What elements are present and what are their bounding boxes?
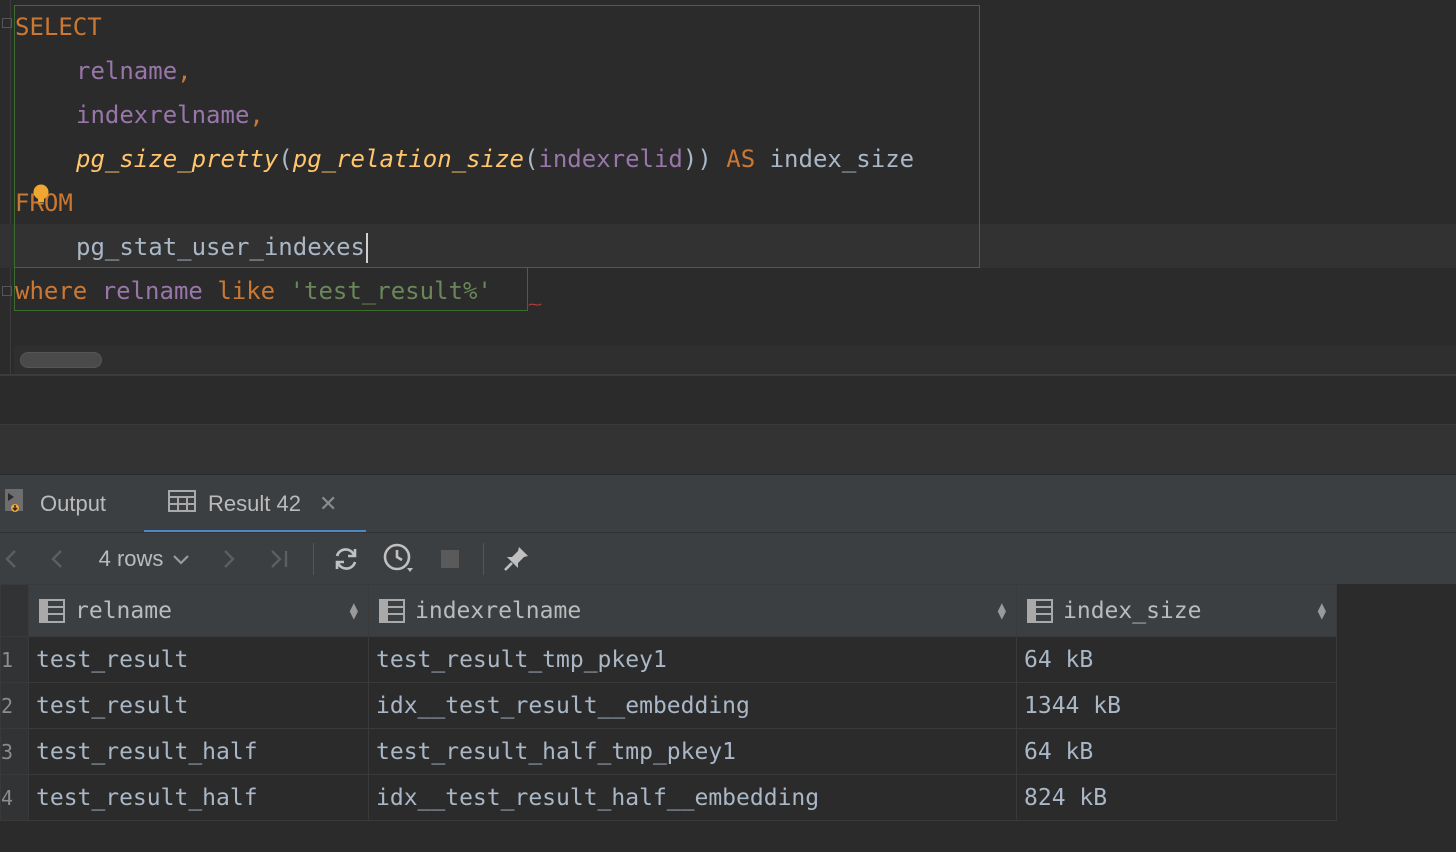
chevron-down-icon	[173, 555, 190, 565]
rows-count-dropdown[interactable]: 4 rows	[90, 533, 200, 585]
cell-relname[interactable]: test_result	[28, 636, 369, 683]
toolbar-separator	[313, 543, 314, 575]
pin-icon[interactable]	[496, 533, 536, 585]
scrollbar-thumb[interactable]	[20, 352, 102, 368]
cell-index-size[interactable]: 64 kB	[1016, 636, 1337, 683]
column-header-label: relname	[75, 597, 172, 624]
cell-indexrelname[interactable]: test_result_half_tmp_pkey1	[368, 728, 1017, 775]
cell-relname[interactable]: test_result_half	[28, 774, 369, 821]
cell-relname[interactable]: test_result	[28, 682, 369, 729]
panel-splitter[interactable]	[0, 374, 1456, 476]
splitter-band	[0, 424, 1456, 476]
sort-icon[interactable]: ▲ ▼	[350, 600, 358, 622]
warning-squiggle: ⁓	[528, 297, 542, 313]
tool-window-tabs: Output Result 42 ✕	[0, 474, 1456, 533]
cell-index-size[interactable]: 1344 kB	[1016, 682, 1337, 729]
toolbar-separator	[483, 543, 484, 575]
sql-editor[interactable]: SELECT relname, indexrelname, pg_size_prett…	[0, 0, 1456, 374]
table-body: 1 test_result test_result_tmp_pkey1 64 k…	[0, 636, 1337, 821]
tab-output[interactable]: Output	[4, 475, 132, 533]
column-header-indexrelname[interactable]: indexrelname ▲ ▼	[368, 584, 1017, 637]
table-row[interactable]: 4 test_result_half idx__test_result_half…	[0, 774, 1337, 821]
row-number[interactable]: 3	[0, 728, 29, 775]
sort-icon[interactable]: ▲ ▼	[998, 600, 1006, 622]
result-toolbar: 4 rows	[0, 532, 1456, 584]
statement-highlight	[14, 5, 980, 268]
cell-indexrelname[interactable]: idx__test_result__embedding	[368, 682, 1017, 729]
table-grid-icon	[168, 490, 196, 518]
column-header-label: indexrelname	[415, 597, 582, 624]
column-header-index-size[interactable]: index_size ▲ ▼	[1016, 584, 1337, 637]
fold-start-icon[interactable]	[2, 18, 12, 28]
row-number[interactable]: 1	[0, 636, 29, 683]
table-header-row: relname ▲ ▼ indexrelname ▲ ▼ index_size …	[0, 584, 1337, 637]
history-clock-icon[interactable]	[378, 533, 420, 585]
stop-icon[interactable]	[432, 533, 468, 585]
table-row[interactable]: 2 test_result idx__test_result__embeddin…	[0, 682, 1337, 729]
output-console-icon	[4, 488, 28, 520]
intention-bulb-icon[interactable]	[32, 184, 50, 206]
row-number[interactable]: 2	[0, 682, 29, 729]
sort-icon[interactable]: ▲ ▼	[1318, 600, 1326, 622]
fold-end-icon[interactable]	[2, 286, 12, 296]
table-row[interactable]: 1 test_result test_result_tmp_pkey1 64 k…	[0, 636, 1337, 683]
rows-count-label: 4 rows	[98, 546, 164, 571]
column-header-relname[interactable]: relname ▲ ▼	[28, 584, 369, 637]
column-icon	[39, 598, 65, 623]
column-icon	[1027, 598, 1053, 623]
chevron-left-icon[interactable]	[0, 533, 22, 585]
cell-indexrelname[interactable]: idx__test_result_half__embedding	[368, 774, 1017, 821]
close-icon[interactable]: ✕	[319, 491, 337, 517]
cell-index-size[interactable]: 64 kB	[1016, 728, 1337, 775]
column-header-label: index_size	[1063, 597, 1202, 624]
editor-horizontal-scrollbar[interactable]	[14, 346, 1456, 374]
column-icon	[379, 598, 405, 623]
result-grid[interactable]: relname ▲ ▼ indexrelname ▲ ▼ index_size …	[0, 584, 1456, 852]
arrow-left-icon[interactable]	[40, 533, 74, 585]
statement-highlight-tail	[14, 267, 528, 311]
row-number-header[interactable]	[0, 584, 29, 637]
tab-result-label: Result 42	[208, 491, 301, 516]
row-number[interactable]: 4	[0, 774, 29, 821]
last-page-icon[interactable]	[260, 533, 298, 585]
result-table: relname ▲ ▼ indexrelname ▲ ▼ index_size …	[0, 584, 1337, 821]
cell-index-size[interactable]: 824 kB	[1016, 774, 1337, 821]
refresh-icon[interactable]	[326, 533, 366, 585]
arrow-right-icon[interactable]	[212, 533, 246, 585]
cell-relname[interactable]: test_result_half	[28, 728, 369, 775]
tab-output-label: Output	[40, 491, 107, 516]
cell-indexrelname[interactable]: test_result_tmp_pkey1	[368, 636, 1017, 683]
editor-gutter	[10, 0, 11, 374]
table-row[interactable]: 3 test_result_half test_result_half_tmp_…	[0, 728, 1337, 775]
tab-result[interactable]: Result 42 ✕	[144, 475, 366, 533]
